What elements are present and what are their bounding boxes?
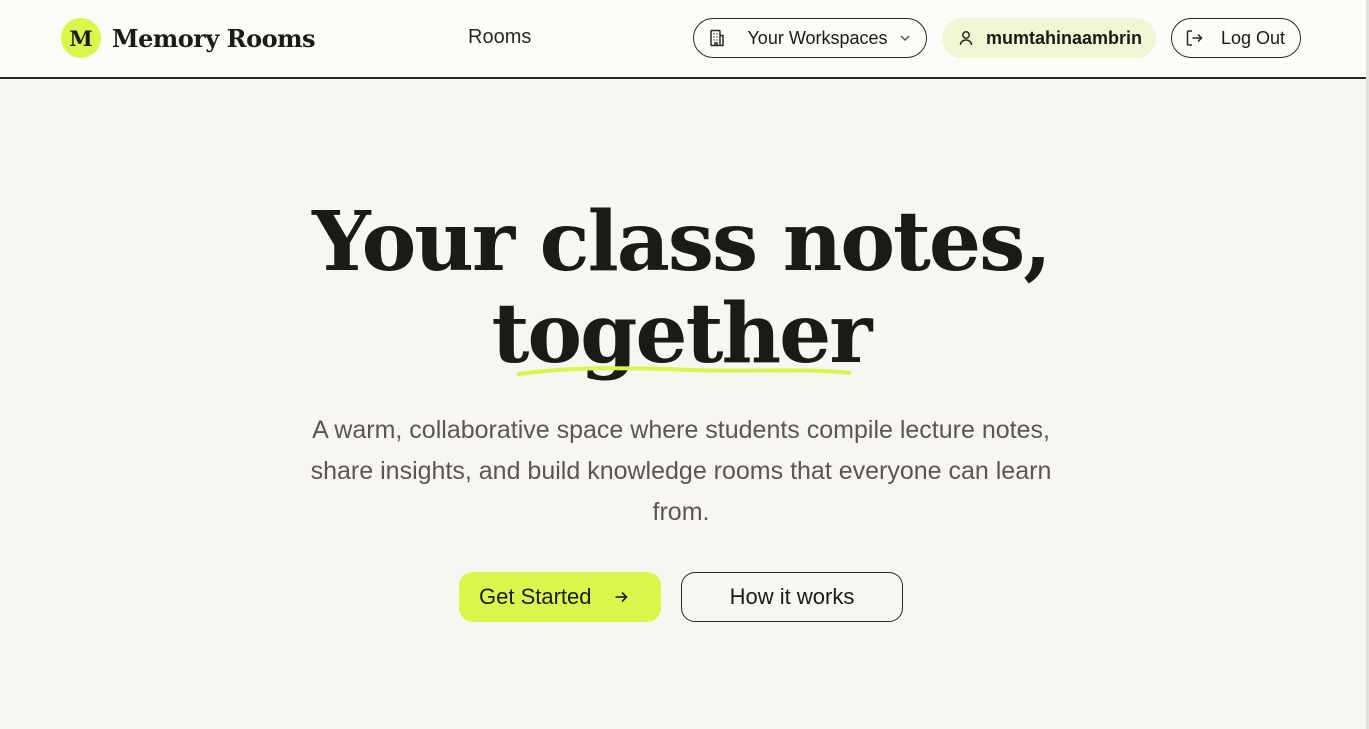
chevron-down-icon	[898, 31, 912, 45]
arrow-right-icon	[612, 588, 630, 606]
user-profile-pill[interactable]: mumtahinaambrin	[942, 18, 1156, 58]
workspaces-dropdown-button[interactable]: Your Workspaces	[693, 18, 927, 58]
get-started-button[interactable]: Get Started	[459, 572, 661, 622]
hero-title-highlight-word: together	[491, 286, 873, 382]
user-icon	[957, 29, 975, 47]
logo-mark: M	[61, 18, 101, 58]
hero-title-line2: together	[491, 286, 873, 382]
username-label: mumtahinaambrin	[986, 27, 1143, 48]
how-it-works-button[interactable]: How it works	[681, 572, 903, 622]
hero-title-line1: Your class notes,	[312, 194, 1052, 290]
logout-button[interactable]: Log Out	[1171, 18, 1301, 58]
get-started-label: Get Started	[479, 584, 592, 609]
workspaces-label: Your Workspaces	[747, 27, 888, 48]
logo-text: Memory Rooms	[112, 23, 316, 53]
logout-label: Log Out	[1221, 27, 1286, 48]
how-it-works-label: How it works	[729, 584, 855, 609]
building-icon	[707, 28, 727, 48]
hero-subtitle: A warm, collaborative space where studen…	[310, 416, 1052, 526]
hero-title: Your class notes, together	[0, 196, 1362, 380]
logo-link[interactable]: M Memory Rooms	[61, 18, 316, 58]
nav-link-rooms[interactable]: Rooms	[468, 26, 531, 49]
top-nav-bar: M Memory Rooms Rooms Your Workspaces mum…	[0, 0, 1366, 79]
logout-icon	[1184, 28, 1204, 48]
